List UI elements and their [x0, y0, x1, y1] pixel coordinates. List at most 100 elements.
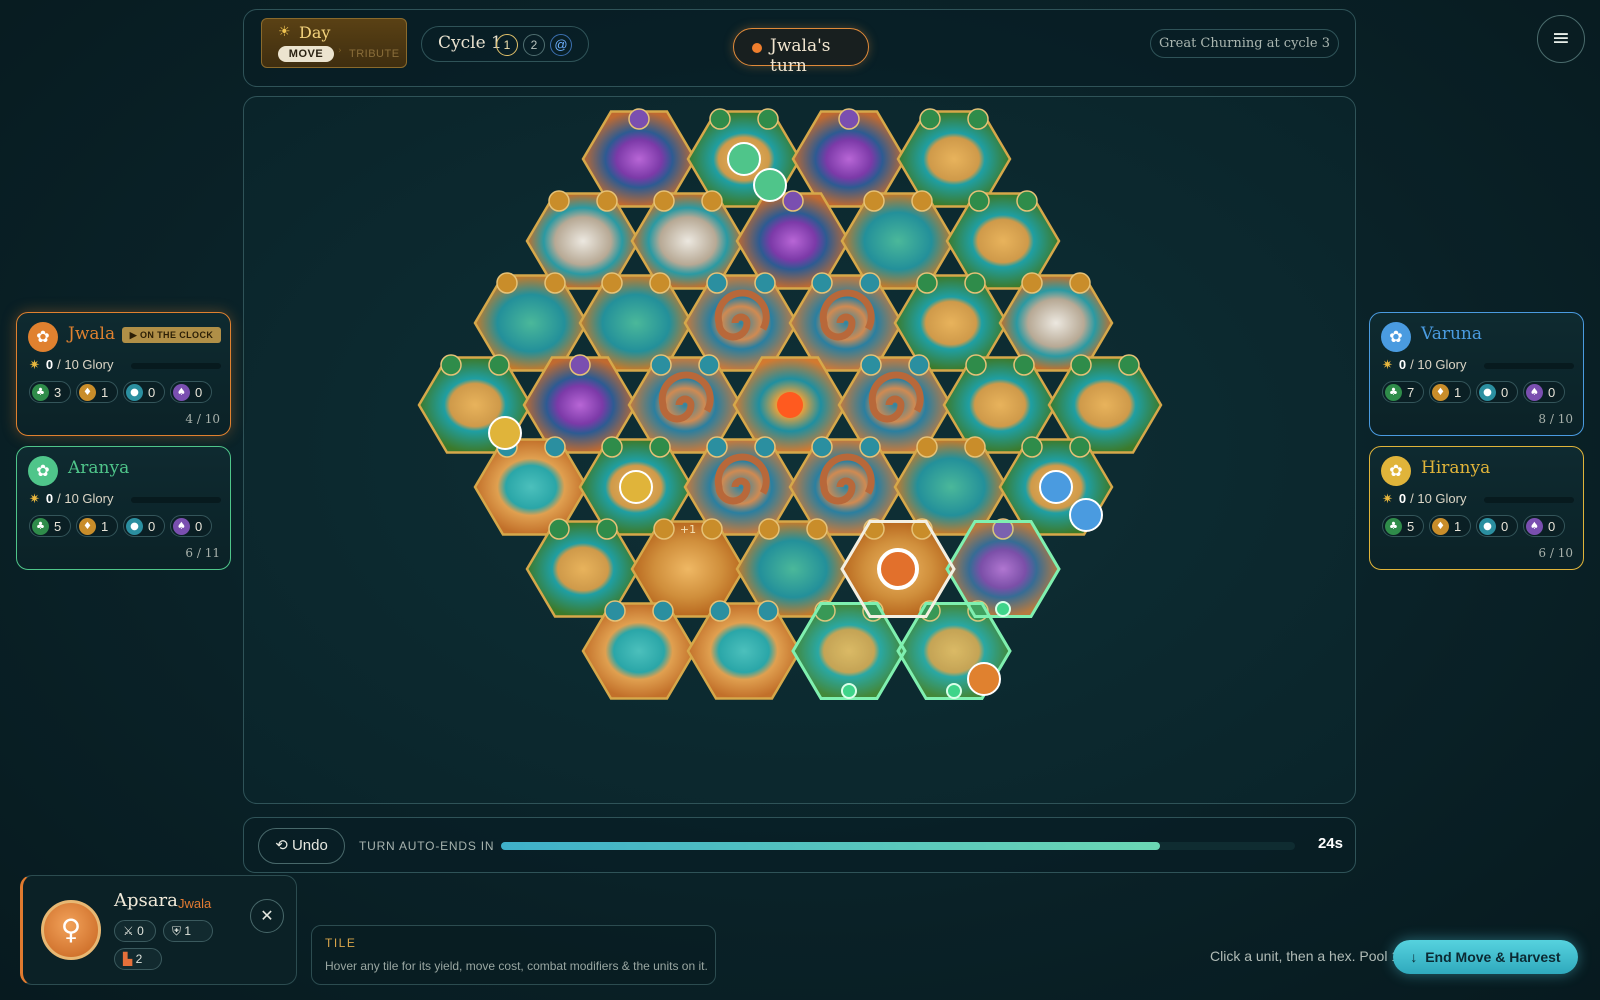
gem-icon: ♦: [1432, 518, 1449, 535]
resource-gem: ♦ 1: [76, 515, 118, 537]
unit-name: Apsara: [114, 890, 178, 911]
hex-tile-forest[interactable]: [896, 108, 1012, 208]
resource-water: ● 0: [123, 515, 165, 537]
aranya-unit[interactable]: [727, 142, 761, 176]
gem-icon: [701, 190, 723, 212]
gem-icon: [758, 518, 780, 540]
water-icon: [650, 354, 672, 376]
leaf-icon: [919, 108, 941, 130]
resource-count: 0: [148, 519, 156, 534]
water-icon: ●: [1479, 518, 1496, 535]
water-icon: [811, 272, 833, 294]
water-icon: [652, 600, 674, 622]
close-icon[interactable]: ✕: [260, 906, 273, 925]
glory-line: ✷ 0/ 10 Glory: [1382, 491, 1467, 507]
undo-button[interactable]: ⟲ Undo: [258, 828, 345, 864]
undo-label[interactable]: Undo: [292, 837, 328, 854]
arrow-down-icon[interactable]: ↓: [1410, 949, 1417, 965]
leaf-icon: [967, 108, 989, 130]
undo-icon[interactable]: ⟲: [275, 837, 288, 854]
apsara-unit[interactable]: [877, 548, 919, 590]
end-move-harvest-button[interactable]: ↓ End Move & Harvest: [1393, 940, 1578, 974]
resource-count: 1: [101, 519, 109, 534]
gem-icon: [496, 272, 518, 294]
close-button[interactable]: ✕: [250, 899, 284, 933]
timer-fill: [501, 842, 1161, 850]
water-icon: [706, 436, 728, 458]
jwala-lotus-marker[interactable]: [967, 662, 1001, 696]
hiranya-lotus-marker[interactable]: [488, 416, 522, 450]
glory-line: ✷ 0/ 10 Glory: [29, 357, 114, 373]
turn-label: Jwala's turn: [770, 36, 831, 76]
gem-icon: [806, 518, 828, 540]
water-icon: [811, 436, 833, 458]
leaf-icon: [1070, 354, 1092, 376]
timer-track: [501, 842, 1295, 850]
glory-value: 0: [45, 491, 54, 506]
turn-indicator: Jwala's turn: [733, 28, 869, 76]
resource-gem: ♦ 1: [76, 381, 118, 403]
water-icon: ●: [126, 384, 143, 401]
tile-info-desc: Hover any tile for its yield, move cost,…: [325, 959, 708, 973]
player-name: Varuna: [1421, 324, 1483, 344]
hex-map[interactable]: +1: [244, 97, 1357, 805]
aranya-lotus-marker[interactable]: [753, 168, 787, 202]
star-icon: ✷: [29, 491, 40, 506]
leaf-icon: [440, 354, 462, 376]
player-panel-aranya: ✿ Aranya ✷ 0/ 10 Glory ♣ 5 ♦ 1 ● 0 ♠ 0 6 / 11: [16, 446, 231, 570]
mystic-icon: ♠: [173, 518, 190, 535]
player-panel-hiranya: ✿ Hiranya ✷ 0/ 10 Glory ♣ 5 ♦ 1 ● 0 ♠ 0 6 / 10: [1369, 446, 1584, 570]
glory-max: / 10 Glory: [1410, 357, 1467, 372]
player-dot: [752, 43, 762, 53]
gem-icon: [601, 272, 623, 294]
water-icon: [859, 272, 881, 294]
phase-name: Day: [299, 23, 331, 42]
water-icon: [709, 600, 731, 622]
unit-count: 6 / 10: [1538, 546, 1573, 560]
mystic-icon: ♠: [173, 384, 190, 401]
glory-line: ✷ 0/ 10 Glory: [1382, 357, 1467, 373]
timer-label: TURN AUTO-ENDS IN: [359, 839, 495, 853]
resource-count: 5: [1407, 519, 1415, 534]
player-panel-varuna: ✿ Varuna ✷ 0/ 10 Glory ♣ 7 ♦ 1 ● 0 ♠ 0 8 / 10: [1369, 312, 1584, 436]
unit-count: 4 / 10: [185, 412, 220, 426]
gem-icon: ♦: [79, 384, 96, 401]
glory-max: / 10 Glory: [57, 357, 114, 372]
resource-mystic: ♠ 0: [1523, 381, 1565, 403]
water-icon: [754, 436, 776, 458]
gem-icon: [649, 272, 671, 294]
varuna-unit[interactable]: [1039, 470, 1073, 504]
yield-badge: +1: [680, 523, 696, 536]
action-hint: Click a unit, then a hex. Pool 1: [1210, 948, 1400, 964]
leaf-icon: [709, 108, 731, 130]
resource-count: 0: [195, 385, 203, 400]
resource-count: 1: [1454, 385, 1462, 400]
hiranya-unit[interactable]: [619, 470, 653, 504]
hamburger-icon[interactable]: ≡: [1552, 26, 1570, 51]
timer-seconds: 24s: [1317, 835, 1343, 852]
menu-button[interactable]: ≡: [1537, 15, 1585, 63]
resource-count: 7: [1407, 385, 1415, 400]
move-dot[interactable]: [841, 683, 857, 699]
apsara-avatar-icon: ♀: [41, 900, 101, 960]
lotus-icon: ✿: [28, 456, 58, 486]
water-icon: [860, 354, 882, 376]
player-name: Jwala: [68, 324, 116, 344]
varuna-lotus-marker[interactable]: [1069, 498, 1103, 532]
gem-icon: [653, 518, 675, 540]
water-icon: [544, 436, 566, 458]
gem-icon: [596, 190, 618, 212]
water-icon: [908, 354, 930, 376]
move-dot[interactable]: [995, 601, 1011, 617]
end-move-label[interactable]: End Move & Harvest: [1425, 949, 1560, 965]
move-dot[interactable]: [946, 683, 962, 699]
water-icon: [698, 354, 720, 376]
unit-count: 6 / 11: [185, 546, 220, 560]
resource-mystic: ♠ 0: [170, 515, 212, 537]
hex-tile-mystic[interactable]: [791, 108, 907, 208]
defense-value: 1: [184, 924, 192, 938]
phase-step-tribute: TRIBUTE: [349, 48, 400, 60]
hex-tile-mystic[interactable]: [581, 108, 697, 208]
leaf-icon: [649, 436, 671, 458]
cycle-step-2: 2: [523, 34, 545, 56]
